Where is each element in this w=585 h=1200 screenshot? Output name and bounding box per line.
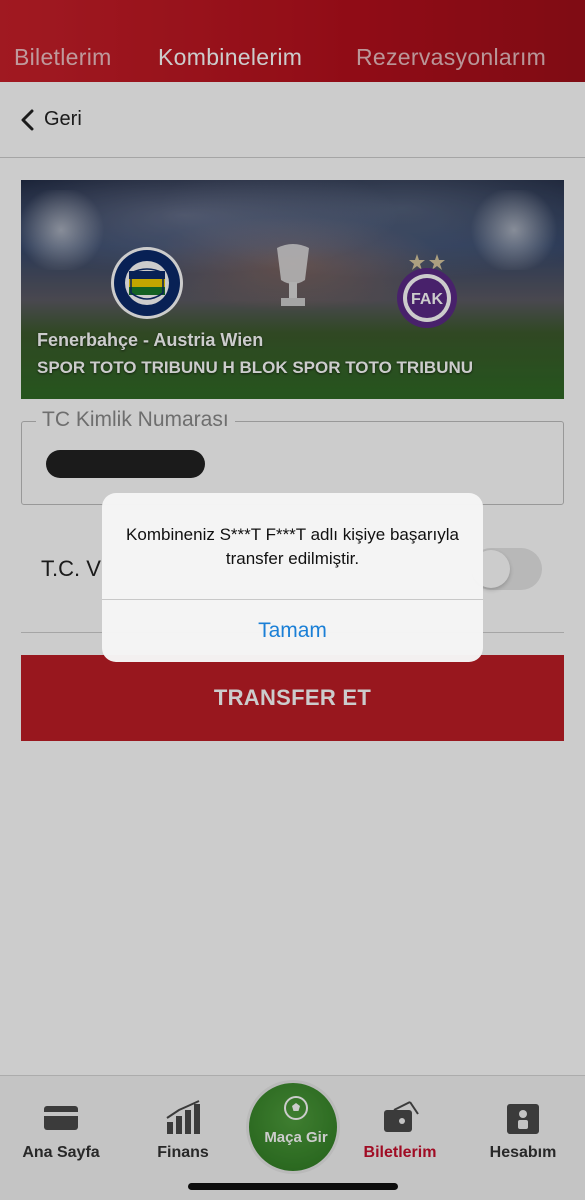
alert-ok-button[interactable]: Tamam [102,600,483,662]
transfer-success-alert: Kombineniz S***T F***T adlı kişiye başar… [102,493,483,662]
alert-message: Kombineniz S***T F***T adlı kişiye başar… [126,525,459,568]
